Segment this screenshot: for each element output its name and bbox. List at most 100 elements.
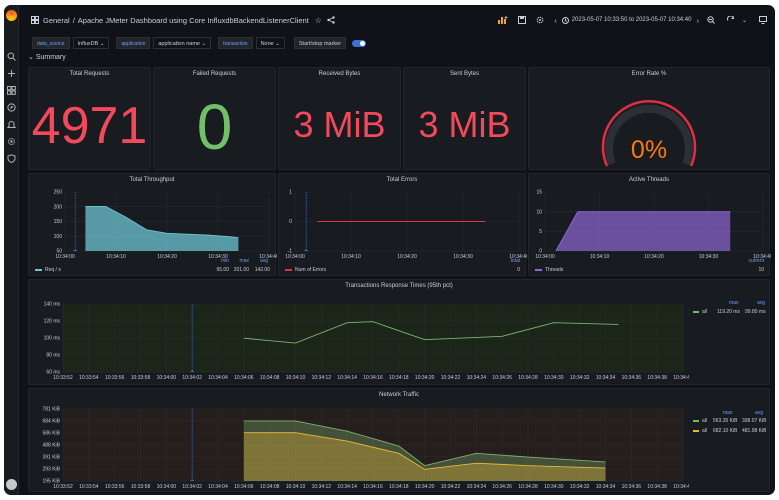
x-tick-label: 10:33:58 — [131, 484, 151, 490]
x-tick-label: 10:34:38 — [647, 375, 667, 381]
legend-value-max: 563.35 KiB — [713, 418, 738, 424]
variable-select-transaction[interactable]: None ⌄ — [255, 37, 285, 49]
legend-value-max: 201.00 — [233, 267, 249, 273]
legend-item[interactable]: all — [693, 418, 707, 424]
refresh-icon[interactable] — [727, 11, 735, 29]
panel-title: Total Throughput — [129, 177, 175, 183]
start-stop-marker-button[interactable]: Start/stop marker — [293, 37, 347, 49]
y-tick-label: 391 KiB — [42, 455, 60, 461]
x-tick-label: 10:34:00 — [285, 254, 305, 258]
panel-error-rate[interactable]: Error Rate % 0% — [528, 67, 770, 170]
variables-bar: data_source InfluxDB ⌄ application appli… — [32, 36, 367, 50]
variable-label-transaction: transaction — [218, 37, 253, 49]
panel-received-bytes[interactable]: Received Bytes 3 MiB — [278, 67, 401, 170]
x-tick-label: 10:34:30 — [453, 254, 473, 258]
legend-item[interactable]: Threads — [535, 267, 563, 273]
y-tick-label: 684 KiB — [42, 419, 60, 425]
threads-chart: 05101510:34:00 10:34:10 10:34:20 10:34:30 10… — [535, 190, 771, 258]
avatar[interactable] — [6, 479, 17, 490]
legend-item[interactable]: all — [693, 428, 707, 434]
panel-sent-bytes[interactable]: Sent Bytes 3 MiB — [403, 67, 526, 170]
legend-header-avg: avg — [259, 258, 268, 264]
panel-title: Error Rate % — [631, 71, 667, 77]
panel-title: Sent Bytes — [449, 71, 479, 77]
x-tick-label: 10:34:22 — [441, 484, 461, 490]
panel-total-requests[interactable]: Total Requests 4971 — [28, 67, 151, 170]
save-icon[interactable] — [518, 11, 527, 29]
tv-mode-icon[interactable] — [759, 11, 767, 29]
share-icon[interactable] — [327, 11, 335, 29]
time-forward-chevron-icon[interactable]: › — [696, 16, 699, 25]
stat-value: 4971 — [31, 97, 148, 155]
panel-total-errors[interactable]: Total Errors -1 0 1 10:34:00 10:34:10 10:34:2… — [278, 173, 527, 276]
response-times-chart: 60 ms80 ms100 ms120 ms140 ms10:33:52 10:3… — [44, 302, 689, 381]
variable-select-data-source[interactable]: InfluxDB ⌄ — [72, 37, 110, 49]
time-back-chevron-icon[interactable]: ‹ — [554, 16, 557, 25]
x-tick-label: 10:33:58 — [131, 375, 151, 381]
legend-value-total: 0 — [517, 267, 520, 273]
add-panel-icon[interactable] — [498, 11, 508, 29]
row-summary[interactable]: ⌄ Summary — [28, 53, 66, 61]
legend-item[interactable]: all — [693, 309, 707, 315]
x-tick-label: 10:34:40 — [673, 484, 689, 490]
panel-active-threads[interactable]: Active Threads 0 5 10 15 10:34:00 10:34:10 10:… — [528, 173, 771, 276]
legend-value-max: 119.20 ms — [717, 309, 740, 315]
x-tick-label: 10:34:24 — [467, 484, 487, 490]
legend-swatch — [35, 268, 42, 271]
shield-icon[interactable] — [6, 153, 17, 164]
variable-label-application: application — [116, 37, 151, 49]
alerting-bell-icon[interactable] — [6, 119, 17, 130]
refresh-interval-chevron-down-icon[interactable]: ⌄ — [742, 17, 747, 24]
x-tick-label: 10:33:52 — [53, 484, 73, 490]
x-tick-label: 10:33:56 — [105, 484, 125, 490]
x-tick-label: 10:33:54 — [79, 484, 99, 490]
breadcrumb-folder[interactable]: General — [43, 16, 70, 25]
dashboards-grid-icon[interactable] — [31, 11, 39, 29]
x-tick-label: 10:34:34 — [596, 484, 616, 490]
x-tick-label: 10:34:02 — [182, 375, 202, 381]
dashboards-icon[interactable] — [6, 85, 17, 96]
x-tick-label: 10:34:10 — [590, 254, 610, 258]
plus-icon[interactable] — [6, 68, 17, 79]
zoom-out-icon[interactable] — [707, 11, 715, 29]
legend-value-current: 10 — [758, 267, 764, 273]
panel-title: Failed Requests — [192, 71, 237, 77]
settings-gear-icon[interactable] — [6, 136, 17, 147]
legend-swatch — [693, 310, 699, 313]
y-tick-label: 250 — [54, 190, 63, 196]
x-tick-label: 10:34:08 — [260, 375, 280, 381]
x-tick-label: 10:34:20 — [157, 254, 177, 258]
legend-label: Req / s — [45, 267, 61, 273]
y-tick-label: 488 KiB — [42, 443, 60, 449]
legend-item[interactable]: Num of Errors — [285, 267, 326, 273]
variable-label-data-source: data_source — [32, 37, 70, 49]
y-tick-label: 100 ms — [44, 336, 61, 342]
explore-icon[interactable] — [6, 102, 17, 113]
chevron-down-icon: ⌄ — [275, 41, 280, 47]
y-tick-label: 1 — [289, 190, 292, 196]
legend-item[interactable]: Req / s — [35, 267, 61, 273]
search-icon[interactable] — [6, 51, 17, 62]
x-tick-label: 10:34:32 — [570, 484, 590, 490]
breadcrumb-separator: / — [72, 15, 75, 25]
grafana-logo-icon[interactable] — [6, 10, 17, 21]
time-range-picker[interactable]: 2023-05-07 10:33:50 to 2023-05-07 10:34:… — [572, 17, 692, 23]
legend-swatch — [535, 268, 542, 271]
sidebar — [4, 5, 19, 495]
legend-label: all — [702, 309, 708, 315]
dashboard-settings-icon[interactable] — [536, 11, 544, 29]
dashboard-title[interactable]: Apache JMeter Dashboard using Core Influ… — [78, 16, 309, 25]
legend-header-max: max — [723, 410, 733, 416]
marker-toggle[interactable] — [352, 39, 367, 47]
panel-response-times[interactable]: Transactions Response Times (95th pct) 6… — [28, 279, 770, 385]
star-icon[interactable]: ☆ — [315, 16, 322, 25]
x-tick-label: 10:34:30 — [544, 375, 564, 381]
x-tick-label: 10:34:00 — [55, 254, 75, 258]
panel-total-throughput[interactable]: Total Throughput 50 100 150 200 250 10:34:00 1… — [28, 173, 277, 276]
panel-failed-requests[interactable]: Failed Requests 0 — [153, 67, 276, 170]
y-tick-label: 293 KiB — [42, 467, 60, 473]
x-tick-label: 10:34:10 — [341, 254, 361, 258]
panel-network-traffic[interactable]: Network Traffic 195 KiB 293 KiB 391 KiB 488… — [28, 388, 770, 492]
variable-select-application[interactable]: application name ⌄ — [153, 37, 212, 49]
legend-swatch — [285, 268, 292, 271]
